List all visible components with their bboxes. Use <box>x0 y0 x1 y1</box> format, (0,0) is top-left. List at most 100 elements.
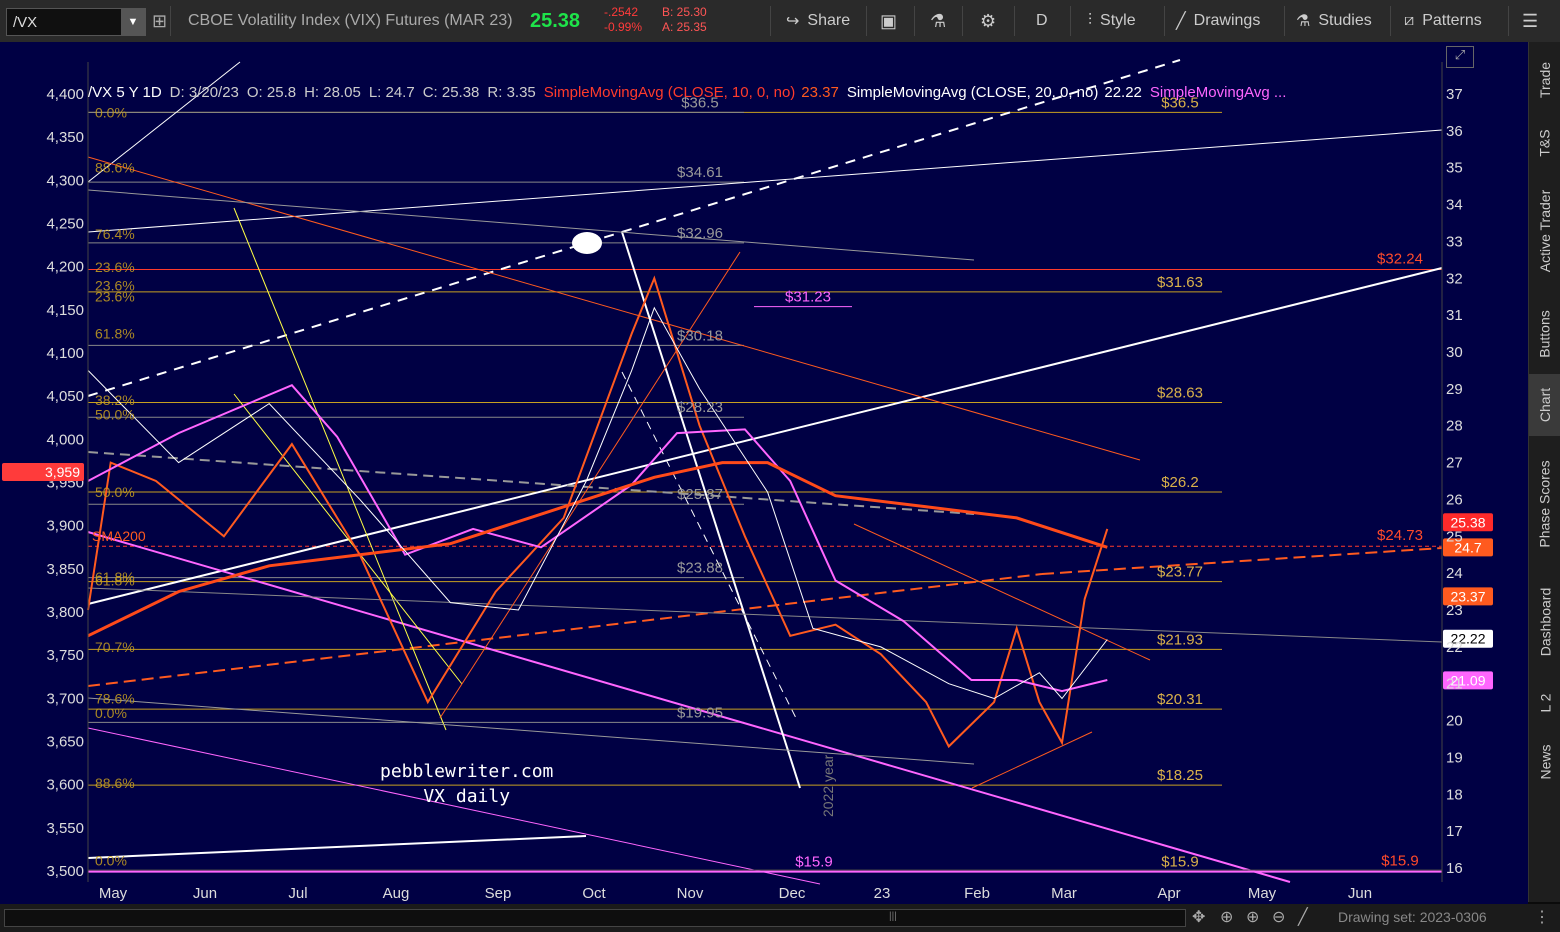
pink-level-label: $31.23 <box>785 289 831 306</box>
gold-level-label: $18.25 <box>1157 767 1203 784</box>
tab-ts-label: T&S <box>1536 129 1553 157</box>
info-close: C: 25.38 <box>422 84 480 101</box>
gold-level-label: $21.93 <box>1157 631 1203 648</box>
more-options-icon[interactable]: ⋮ <box>1534 907 1550 927</box>
tab-ts[interactable]: T&S <box>1529 118 1560 168</box>
flask-studies-icon: ⚗ <box>1296 13 1311 30</box>
pan-icon[interactable]: ✥ <box>1192 907 1205 927</box>
right-tick-label: 36 <box>1446 123 1463 140</box>
right-tick-label: 37 <box>1446 86 1463 103</box>
left-tick-label: 4,200 <box>46 259 84 276</box>
tab-news[interactable]: News <box>1529 732 1560 792</box>
right-tick-label: 27 <box>1446 455 1463 472</box>
tab-l2[interactable]: L 2 <box>1529 678 1560 728</box>
trend-line <box>87 835 587 859</box>
fib-label: 0.0% <box>95 705 127 721</box>
x-tick-label: Jun <box>1348 885 1372 902</box>
left-tick-label: 3,900 <box>46 518 84 535</box>
tab-trade-label: Trade <box>1537 61 1553 99</box>
bid-value: B: 25.30 <box>662 5 707 19</box>
right-tick-label: 21 <box>1446 676 1463 693</box>
tab-phase-scores[interactable]: Phase Scores <box>1529 444 1560 564</box>
link-settings-icon[interactable]: ⊞ <box>152 0 167 42</box>
symbol-input[interactable]: /VX ▼ <box>6 8 146 36</box>
menu-icon[interactable]: ☰ <box>1522 0 1538 42</box>
screenshot-icon[interactable]: ▣ <box>880 0 897 42</box>
crosshair-icon[interactable]: ⊕ <box>1220 907 1233 927</box>
fib-label: 78.6% <box>95 690 135 706</box>
info-symbol: /VX 5 Y 1D <box>88 84 162 101</box>
left-tick-label: 3,750 <box>46 647 84 664</box>
style-label: Style <box>1100 12 1136 29</box>
left-highlight-label: 3,959 <box>45 464 80 480</box>
fib-label: 50.0% <box>95 484 135 500</box>
tab-buttons[interactable]: Buttons <box>1529 294 1560 374</box>
info-low: L: 24.7 <box>368 84 415 101</box>
style-button[interactable]: ⫶ Style <box>1088 0 1136 42</box>
change-value: -.2542 <box>604 5 639 19</box>
horizontal-scrollbar[interactable]: ||| <box>4 909 1186 927</box>
drawings-button[interactable]: ╱ Drawings <box>1176 0 1260 42</box>
left-tick-label: 3,850 <box>46 561 84 578</box>
trend-line <box>233 393 463 685</box>
right-tick-label: 24 <box>1446 565 1463 582</box>
patterns-button[interactable]: ⧄ Patterns <box>1404 0 1482 42</box>
drawing-set-label: Drawing set: 2023-0306 <box>1338 909 1487 925</box>
ask-value: A: 25.35 <box>662 20 707 34</box>
share-button[interactable]: ↪ Share <box>786 0 850 42</box>
flask-icon[interactable]: ⚗ <box>930 0 946 42</box>
zoom-in-icon[interactable]: ⊕ <box>1246 907 1259 927</box>
series-line <box>87 461 1108 638</box>
right-tick-label: 34 <box>1446 197 1463 214</box>
tab-active-trader[interactable]: Active Trader <box>1529 176 1560 286</box>
x-tick-label: Jun <box>193 885 217 902</box>
fib-label: 61.8% <box>95 326 135 342</box>
gold-level-label: $15.9 <box>1161 854 1199 871</box>
symbol-dropdown-icon[interactable]: ▼ <box>121 9 145 35</box>
left-tick-label: 3,600 <box>46 777 84 794</box>
tab-trade[interactable]: Trade <box>1529 50 1560 110</box>
period-button[interactable]: D <box>1036 0 1048 42</box>
trend-line <box>87 587 1443 643</box>
year-marker: 2022 year <box>820 754 836 817</box>
info-open: O: 25.8 <box>246 84 297 101</box>
left-tick-label: 4,050 <box>46 388 84 405</box>
watermark: pebblewriter.com VX daily <box>380 759 553 809</box>
fib-label: 76.4% <box>95 226 135 242</box>
left-tick-label: 4,400 <box>46 86 84 103</box>
tab-dashboard[interactable]: Dashboard <box>1529 572 1560 672</box>
left-tick-label: 4,250 <box>46 216 84 233</box>
left-tick-label: 3,650 <box>46 734 84 751</box>
share-icon: ↪ <box>786 13 800 30</box>
studies-button[interactable]: ⚗ Studies <box>1296 0 1372 42</box>
right-tick-label: 30 <box>1446 344 1463 361</box>
sma10-label: SimpleMovingAvg (CLOSE, 10, 0, no) <box>543 84 796 101</box>
marker-ellipse <box>572 232 602 254</box>
gear-icon[interactable]: ⚙ <box>980 0 996 42</box>
red-level-label: $24.73 <box>1377 527 1423 544</box>
change-box: -.2542 -0.99% <box>604 5 642 35</box>
gold-level-label: $28.63 <box>1157 384 1203 401</box>
zoom-out-icon[interactable]: ⊖ <box>1272 907 1285 927</box>
bottom-bar: ||| ✥ ⊕ ⊕ ⊖ ╱ Drawing set: 2023-0306 ⋮ <box>0 904 1560 932</box>
sma3-label: SimpleMovingAvg ... <box>1149 84 1287 101</box>
instrument-title: CBOE Volatility Index (VIX) Futures (MAR… <box>188 12 513 29</box>
chart-area[interactable]: $36.5 $31.63 $28.63 $26.2 $23.77 $21.93 $20.31… <box>0 42 1528 904</box>
expand-icon[interactable]: ⤢ <box>1446 46 1474 68</box>
gold-level-label: $26.2 <box>1161 474 1199 491</box>
series-line <box>87 306 1108 700</box>
left-tick-label: 4,150 <box>46 302 84 319</box>
right-tick-label: 33 <box>1446 233 1463 250</box>
tab-chart[interactable]: Chart <box>1529 374 1560 436</box>
right-tick-label: 23 <box>1446 602 1463 619</box>
fib-label: 38.2% <box>95 392 135 408</box>
info-date: D: 3/20/23 <box>169 84 239 101</box>
gray-level-label: $19.95 <box>677 704 723 721</box>
right-tick-label: 20 <box>1446 713 1463 730</box>
drawing-tool-icon[interactable]: ╱ <box>1298 907 1308 927</box>
right-tick-label: 22 <box>1446 639 1463 656</box>
fib-label: 88.6% <box>95 160 135 176</box>
x-tick-label: Oct <box>582 885 606 902</box>
fib-label: 88.6% <box>95 775 135 791</box>
right-tick-label: 28 <box>1446 418 1463 435</box>
